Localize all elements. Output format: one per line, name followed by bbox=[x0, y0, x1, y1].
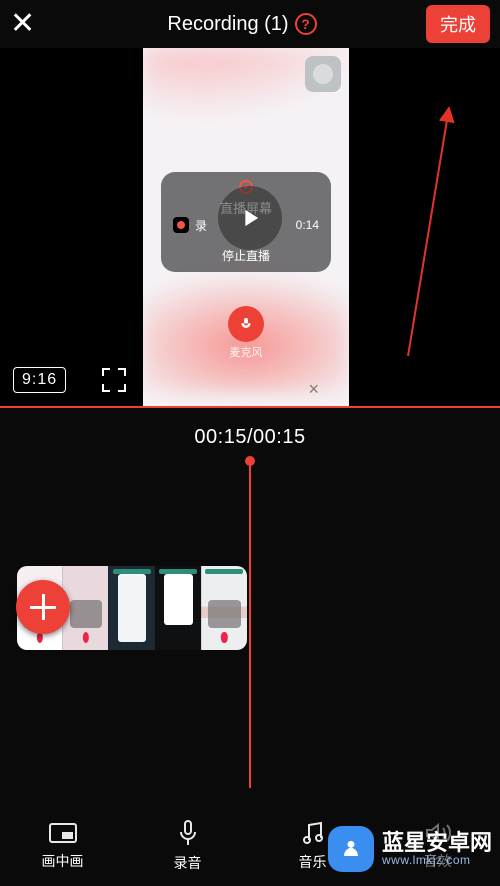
tool-label: 录音 bbox=[174, 853, 202, 873]
done-button[interactable]: 完成 bbox=[426, 5, 490, 43]
tool-label: 画中画 bbox=[42, 851, 84, 871]
time-display: 00:15/00:15 bbox=[0, 426, 500, 449]
bottom-toolbar: 画中画 录音 音乐 音效 bbox=[0, 806, 500, 886]
microphone-icon bbox=[176, 819, 200, 847]
clip-thumbnail[interactable] bbox=[108, 566, 154, 650]
play-button[interactable] bbox=[218, 186, 282, 250]
tool-sound-effects[interactable]: 音效 bbox=[375, 806, 500, 886]
preview-area: 直播屏幕 录 0:14 停止直播 麦克风 × 9:16 bbox=[0, 48, 500, 406]
pip-icon bbox=[48, 821, 78, 845]
tool-pip[interactable]: 画中画 bbox=[0, 806, 125, 886]
mic-icon bbox=[228, 306, 264, 342]
corner-widget-icon bbox=[305, 56, 341, 92]
add-clip-button[interactable] bbox=[16, 580, 70, 634]
mic-label: 麦克风 bbox=[143, 344, 349, 360]
clip-thumbnail[interactable] bbox=[155, 566, 201, 650]
recorder-app-icon bbox=[173, 217, 189, 233]
aspect-ratio-button[interactable]: 9:16 bbox=[13, 367, 66, 393]
music-note-icon bbox=[300, 820, 326, 846]
close-button[interactable]: ✕ bbox=[10, 0, 58, 48]
playhead[interactable] bbox=[249, 458, 251, 788]
annotation-arrow-icon bbox=[400, 106, 460, 366]
page-title: Recording (1) bbox=[167, 13, 288, 36]
tool-record-audio[interactable]: 录音 bbox=[125, 806, 250, 886]
tool-music[interactable]: 音乐 bbox=[250, 806, 375, 886]
content-close-icon: × bbox=[308, 379, 319, 400]
help-icon[interactable]: ? bbox=[295, 13, 317, 35]
recording-duration: 0:14 bbox=[296, 218, 319, 232]
tool-label: 音效 bbox=[424, 851, 452, 871]
tool-label: 音乐 bbox=[299, 852, 327, 872]
timeline-divider bbox=[0, 406, 500, 408]
timeline[interactable] bbox=[0, 458, 500, 788]
sound-icon bbox=[424, 821, 452, 845]
recorder-app-name: 录 bbox=[195, 217, 207, 234]
clip-thumbnail[interactable] bbox=[201, 566, 247, 650]
fit-view-button[interactable] bbox=[102, 368, 126, 392]
